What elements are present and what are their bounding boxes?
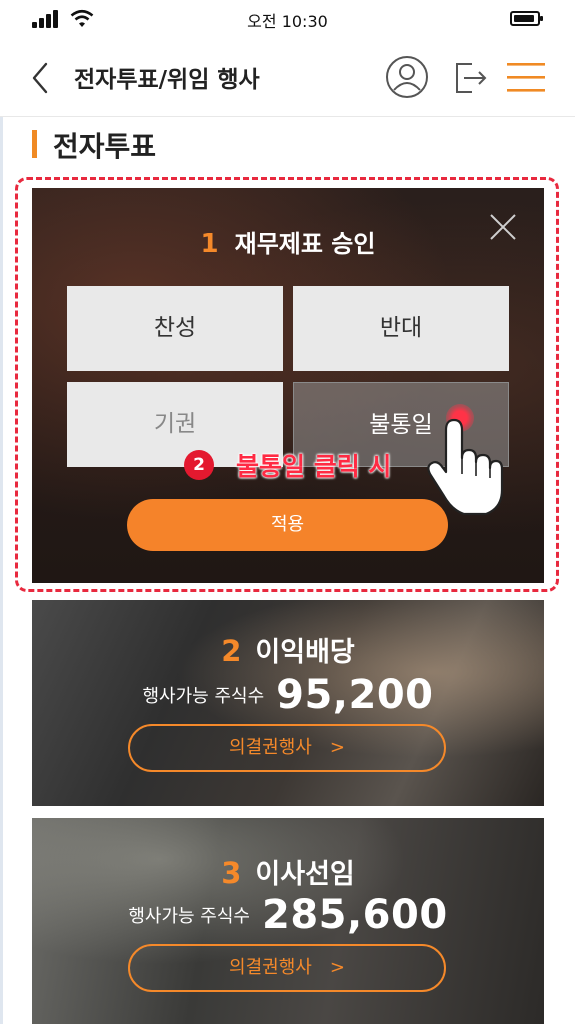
exercise-vote-button[interactable]: 의결권행사 > bbox=[128, 724, 446, 772]
exercise-vote-label: 의결권행사 bbox=[229, 737, 312, 758]
shares-label: 행사가능 주식수 bbox=[128, 906, 250, 927]
shares-row: 행사가능 주식수 285,600 bbox=[32, 892, 544, 938]
step-badge: 2 bbox=[184, 450, 214, 480]
chevron-right-icon: > bbox=[329, 737, 345, 758]
shares-label: 행사가능 주식수 bbox=[142, 686, 265, 707]
shares-value: 285,600 bbox=[261, 892, 448, 938]
card-title-text: 이익배당 bbox=[255, 637, 355, 668]
card-title-text: 이사선임 bbox=[255, 859, 355, 890]
pointing-hand-icon bbox=[427, 418, 504, 516]
highlight-frame bbox=[15, 177, 559, 592]
chevron-right-icon: > bbox=[329, 957, 345, 978]
vote-card-2: 2 이익배당 행사가능 주식수 95,200 의결권행사 > bbox=[32, 600, 544, 806]
back-icon[interactable] bbox=[26, 58, 56, 98]
status-bar: 오전 10:30 bbox=[0, 0, 575, 38]
exercise-vote-label: 의결권행사 bbox=[229, 957, 312, 978]
vote-card-3: 3 이사선임 행사가능 주식수 285,600 의결권행사 > bbox=[32, 818, 544, 1024]
page-title: 전자투표/위임 행사 bbox=[74, 67, 260, 93]
shares-value: 95,200 bbox=[276, 672, 434, 718]
app-header: 전자투표/위임 행사 bbox=[0, 40, 575, 117]
annotation-text: 불통일 클릭 시 bbox=[236, 452, 392, 481]
status-time: 오전 10:30 bbox=[247, 12, 328, 31]
section-marker bbox=[32, 130, 37, 158]
card-number: 3 bbox=[221, 856, 242, 890]
card-number: 2 bbox=[221, 634, 242, 668]
menu-icon[interactable] bbox=[505, 54, 547, 100]
card-title: 3 이사선임 bbox=[32, 852, 544, 891]
left-edge-strip bbox=[0, 117, 3, 1024]
shares-row: 행사가능 주식수 95,200 bbox=[32, 672, 544, 718]
section-title-text: 전자투표 bbox=[53, 130, 157, 163]
exercise-vote-button[interactable]: 의결권행사 > bbox=[128, 944, 446, 992]
card-title: 2 이익배당 bbox=[32, 630, 544, 669]
battery-icon bbox=[510, 11, 543, 26]
logout-icon[interactable] bbox=[448, 54, 494, 100]
user-icon[interactable] bbox=[384, 54, 430, 100]
